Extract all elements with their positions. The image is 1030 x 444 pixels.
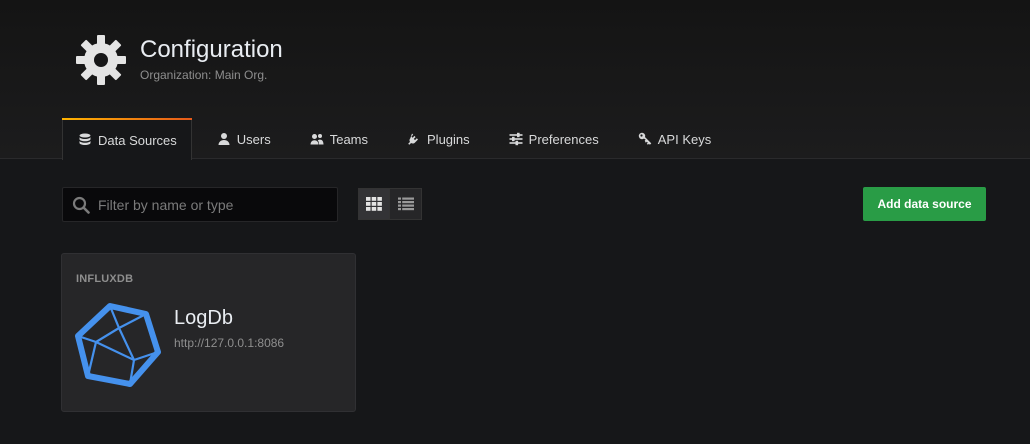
page-subtitle: Organization: Main Org. (140, 68, 268, 82)
datasource-card[interactable]: INFLUXDB LogDb http://127.0.0.1:8086 (61, 253, 356, 412)
page-header: Configuration Organization: Main Org. Da… (0, 0, 1030, 160)
layout-toggle (358, 188, 422, 220)
gear-icon (76, 35, 126, 85)
tab-users[interactable]: Users (202, 119, 285, 159)
add-data-source-button[interactable]: Add data source (863, 187, 986, 221)
tab-label: Users (236, 131, 271, 147)
search-input[interactable] (98, 188, 328, 221)
tab-plugins[interactable]: Plugins (392, 119, 484, 159)
tab-preferences[interactable]: Preferences (494, 119, 613, 159)
users-icon (310, 134, 324, 145)
page-title: Configuration (140, 36, 283, 63)
tab-label: Plugins (427, 131, 470, 147)
sliders-icon (509, 132, 523, 146)
database-icon (79, 133, 91, 145)
tab-teams[interactable]: Teams (295, 119, 382, 159)
search-box (62, 187, 338, 222)
tab-api-keys[interactable]: API Keys (623, 119, 725, 159)
tab-data-sources[interactable]: Data Sources (62, 118, 192, 160)
config-tabs: Data Sources Users Teams Plugins Prefere… (62, 118, 735, 160)
grid-icon (366, 197, 382, 211)
grid-view-button[interactable] (358, 188, 390, 220)
list-icon (397, 197, 414, 211)
datasource-name: LogDb (174, 307, 233, 329)
search-icon (72, 196, 90, 214)
influxdb-logo-icon (75, 303, 161, 387)
list-view-button[interactable] (390, 188, 422, 220)
tab-label: Preferences (528, 131, 599, 147)
tab-label: Teams (329, 131, 369, 147)
user-icon (218, 133, 230, 145)
datasource-url: http://127.0.0.1:8086 (174, 336, 285, 350)
key-icon (638, 132, 652, 145)
tab-label: API Keys (657, 131, 712, 147)
datasource-type: INFLUXDB (76, 273, 134, 285)
plug-icon (408, 133, 419, 145)
tab-label: Data Sources (98, 132, 177, 148)
